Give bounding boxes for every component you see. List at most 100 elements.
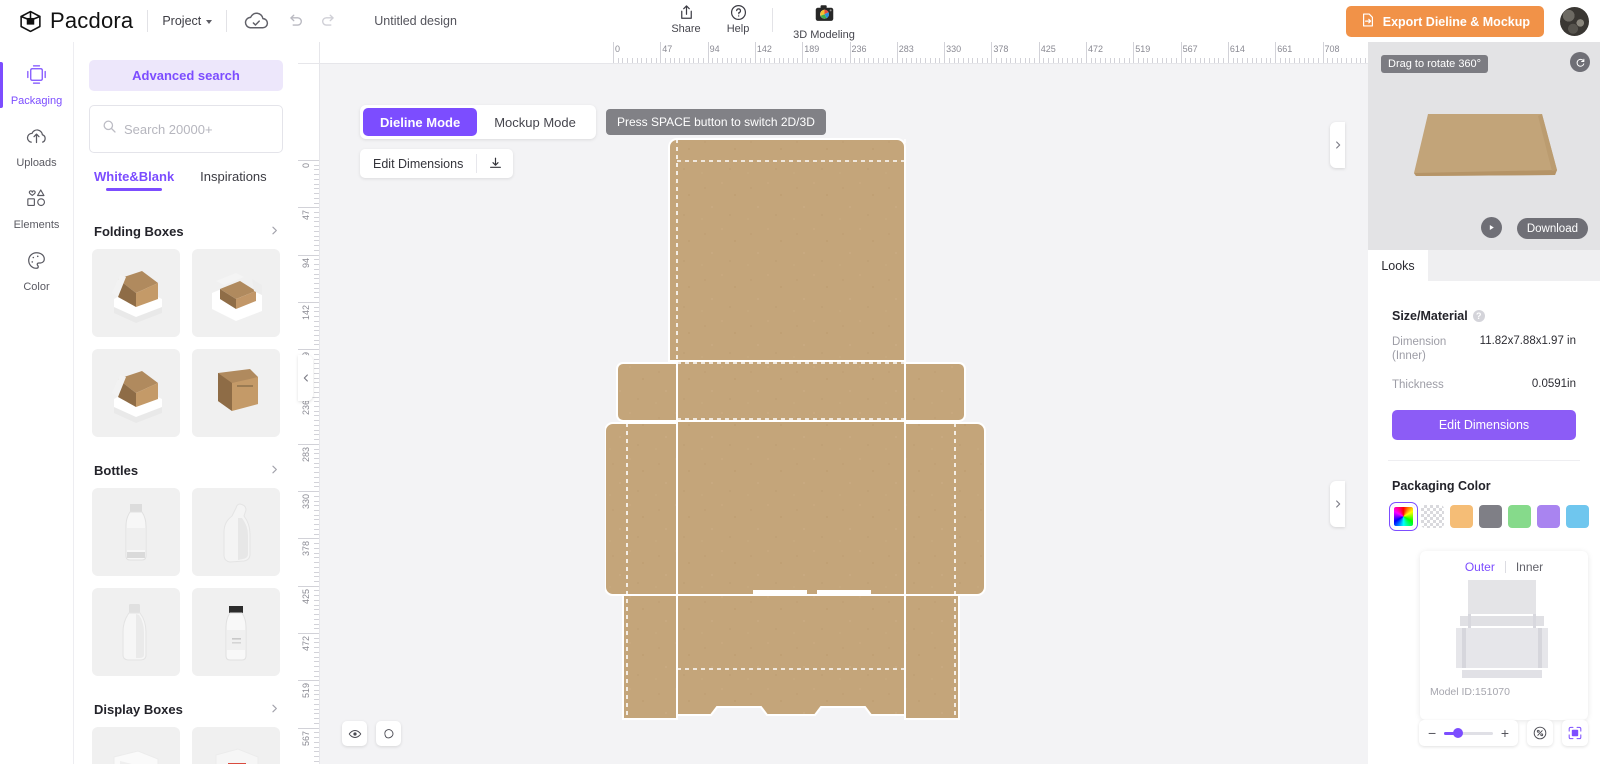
tab-inspirations[interactable]: Inspirations [200,169,266,191]
category-title: Folding Boxes [94,224,184,239]
template-thumbnail[interactable] [192,727,280,764]
swatch-purple[interactable] [1537,505,1560,528]
swatch-green[interactable] [1508,505,1531,528]
chevron-right-icon[interactable] [269,224,280,239]
dieline-mode-button[interactable]: Dieline Mode [363,108,477,136]
model-tab-inner[interactable]: Inner [1516,560,1543,574]
user-avatar[interactable] [1560,7,1589,36]
share-button[interactable]: Share [660,0,712,35]
ruler-tick [1133,42,1134,64]
category-scroll-area[interactable]: Folding Boxes [74,210,298,764]
swatch-blue[interactable] [1566,505,1589,528]
size-material-title: Size/Material ? [1368,281,1600,323]
document-title[interactable]: Untitled design [374,14,457,28]
export-dieline-mockup-button[interactable]: Export Dieline & Mockup [1346,6,1544,37]
ruler-tick-label: 236 [852,44,867,54]
ruler-tick [1228,42,1229,64]
ruler-tick-label: 472 [301,636,311,651]
edit-dimensions-button[interactable]: Edit Dimensions [360,149,476,178]
play-icon[interactable] [1481,217,1502,238]
model-card-tabs: Outer Inner [1420,551,1588,574]
download-icon[interactable] [477,149,513,178]
swatch-custom-color[interactable] [1392,505,1415,528]
swatch-orange[interactable] [1450,505,1473,528]
redo-icon[interactable] [320,12,338,30]
template-thumbnail[interactable] [92,727,180,764]
template-thumbnail[interactable] [92,588,180,676]
advanced-search-button[interactable]: Advanced search [89,60,283,91]
edit-dimensions-panel-button[interactable]: Edit Dimensions [1392,410,1576,440]
project-menu[interactable]: Project [162,14,212,28]
mockup-mode-button[interactable]: Mockup Mode [477,108,593,136]
model-preview-card[interactable]: Outer Inner Model [1420,551,1588,720]
camera-3d-icon [814,3,835,28]
ruler-tick [298,444,320,445]
ruler-tick-label: 189 [804,44,819,54]
search-input[interactable] [124,122,264,137]
swatch-gray[interactable] [1479,505,1502,528]
top-bar: Pacdora Project Untitled d [0,0,1600,42]
thumbnail-grid-folding-boxes [74,249,298,437]
ruler-tick-label: 614 [1230,44,1245,54]
fit-percent-icon[interactable] [1527,720,1553,746]
thumbnail-grid-display-boxes [74,727,298,764]
packaging-color-swatches [1368,493,1600,528]
cloud-saved-icon[interactable] [243,11,270,32]
ruler-tick [298,160,320,161]
sidebar-item-uploads[interactable]: Uploads [0,116,74,178]
3d-preview-viewport[interactable]: Drag to rotate 360° Download [1368,42,1600,250]
vertical-ruler[interactable]: 04794142189236283330378425472519567 [298,64,320,764]
template-thumbnail[interactable] [192,349,280,437]
zoom-slider-knob[interactable] [1453,728,1463,738]
sidebar-item-packaging[interactable]: Packaging [0,54,74,116]
swatch-transparent[interactable] [1421,505,1444,528]
question-icon[interactable]: ? [1473,310,1485,322]
download-preview-button[interactable]: Download [1517,218,1588,239]
zoom-slider-track[interactable] [1444,732,1493,735]
category-header-display-boxes[interactable]: Display Boxes [74,676,298,727]
rotate-hint-pill: Drag to rotate 360° [1381,55,1488,73]
sidebar-item-elements[interactable]: Elements [0,178,74,240]
template-thumbnail[interactable] [92,488,180,576]
template-thumbnail[interactable] [192,488,280,576]
model-tab-outer[interactable]: Outer [1465,560,1495,574]
category-header-bottles[interactable]: Bottles [74,437,298,488]
3d-modeling-button[interactable]: 3D Modeling [781,0,867,41]
collapse-right-preview-handle[interactable] [1330,122,1345,168]
ruler-tick [298,255,320,256]
zoom-out-button[interactable]: − [1428,726,1436,740]
search-icon [102,119,117,139]
frame-icon[interactable] [1562,720,1588,746]
search-box[interactable] [89,105,283,153]
chevron-right-icon[interactable] [269,463,280,478]
help-button[interactable]: Help [712,0,764,35]
template-thumbnail[interactable] [92,349,180,437]
refresh-icon[interactable] [1570,52,1590,72]
template-thumbnail[interactable] [92,249,180,337]
ruler-tick [298,538,320,539]
chevron-right-icon[interactable] [269,702,280,717]
packaging-color-title: Packaging Color [1368,461,1600,493]
right-panel-tabbar: Looks [1368,250,1600,281]
collapse-right-panel-handle[interactable] [1330,481,1345,527]
undo-icon[interactable] [286,12,304,30]
blob-icon[interactable] [376,721,401,746]
tab-white-blank[interactable]: White&Blank [94,169,174,191]
tab-white-blank-label: White&Blank [94,169,174,184]
collapse-left-panel-handle[interactable] [298,355,313,401]
packaging-icon [25,63,48,91]
zoom-in-button[interactable]: + [1501,726,1509,740]
app-logo[interactable]: Pacdora [18,8,133,34]
size-material-label: Size/Material [1392,309,1468,323]
sidebar-item-color[interactable]: Color [0,240,74,302]
template-thumbnail[interactable] [192,588,280,676]
zoom-slider-group[interactable]: − + [1419,720,1518,746]
category-header-folding-boxes[interactable]: Folding Boxes [74,210,298,249]
template-thumbnail[interactable] [192,249,280,337]
ruler-tick-label: 661 [1277,44,1292,54]
tab-looks[interactable]: Looks [1368,250,1428,281]
dieline-artwork[interactable] [605,131,1055,736]
thickness-key: Thickness [1392,378,1444,392]
eye-icon[interactable] [342,721,367,746]
chevron-down-icon [206,20,212,24]
